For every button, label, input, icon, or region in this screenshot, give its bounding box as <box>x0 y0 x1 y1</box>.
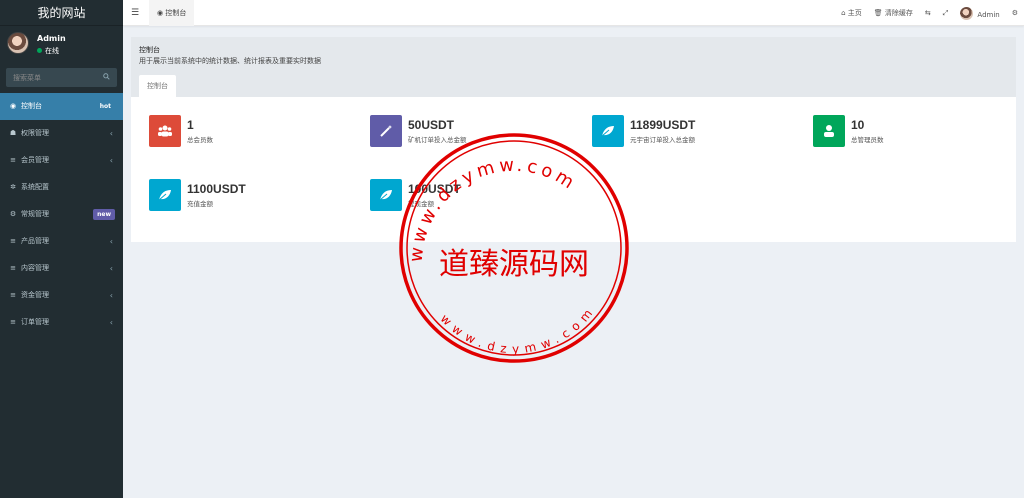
sidebar-item-label: 系统配置 <box>21 183 49 191</box>
chevron-left-icon: ‹ <box>109 237 113 246</box>
stamp-ring-bottom: www.dzymw.com <box>438 302 599 356</box>
content-header: 控制台 用于展示当前系统中的统计数据、统计报表及重要实时数据 控制台 <box>131 37 1016 97</box>
sidebar-item-label: 控制台 <box>21 102 42 110</box>
stat-label: 矿机订单投入总金额 <box>408 136 467 144</box>
stat-card: 100USDT 提现金额 <box>370 179 570 211</box>
search-icon[interactable] <box>103 73 110 80</box>
sidebar-item-general[interactable]: ⚙ 常规管理 new <box>0 201 123 228</box>
stat-value: 10 <box>851 118 865 132</box>
user-status-text: 在线 <box>45 47 59 55</box>
top-navbar: ☰ ◉ 控制台 ⌂ 主页 🗑︎ 清除缓存 ⇆ ⤢ Admin ⚙ <box>123 0 1024 26</box>
users-icon: ☗ <box>9 129 17 137</box>
page-description: 用于展示当前系统中的统计数据、统计报表及重要实时数据 <box>139 57 321 65</box>
home-label: 主页 <box>847 9 862 17</box>
chevron-left-icon: ‹ <box>109 291 113 300</box>
stat-label: 充值金额 <box>187 200 213 208</box>
leaf-icon <box>370 179 402 211</box>
user-menu-label: Admin <box>977 10 1000 19</box>
sidebar-item-label: 权限管理 <box>21 129 49 137</box>
stat-value: 1100USDT <box>187 182 246 196</box>
chevron-left-icon: ‹ <box>109 264 113 273</box>
clear-cache-button[interactable]: 🗑︎ 清除缓存 <box>874 8 913 18</box>
sidebar-item-label: 订单管理 <box>21 318 49 326</box>
stat-value: 1 <box>187 118 194 132</box>
sidebar-item-content[interactable]: ≡ 内容管理 ‹ <box>0 255 123 282</box>
user-status: 在线 <box>37 46 59 56</box>
sidebar-item-dashboard[interactable]: ◉ 控制台 hot <box>0 93 123 120</box>
clear-cache-label: 清除缓存 <box>884 9 913 17</box>
search-input[interactable] <box>6 68 117 87</box>
stat-card: 1100USDT 充值金额 <box>149 179 349 211</box>
stats-panel: 1 总会员数 50USDT 矿机订单投入总金额 11899USDT 元宇宙订单投… <box>131 97 1016 242</box>
magic-wand-icon <box>370 115 402 147</box>
dashboard-icon: ◉ <box>9 102 17 110</box>
chevron-left-icon: ‹ <box>109 318 113 327</box>
sidebar-menu: ◉ 控制台 hot ☗ 权限管理 ‹ ≡ 会员管理 ‹ ✲ 系统配置 ⚙ 常规管理 new… <box>0 93 123 336</box>
cogs-icon: ⚙ <box>9 210 17 218</box>
stat-label: 元宇宙订单投入总金额 <box>630 136 695 144</box>
sidebar-item-label: 常规管理 <box>21 210 49 218</box>
gear-icon: ✲ <box>10 183 16 191</box>
stat-value: 50USDT <box>408 118 455 132</box>
sidebar-item-members[interactable]: ≡ 会员管理 ‹ <box>0 147 123 174</box>
avatar <box>960 6 974 20</box>
trash-icon: 🗑︎ <box>873 9 885 17</box>
user-name: Admin <box>37 34 66 43</box>
user-icon <box>813 115 845 147</box>
leaf-icon <box>592 115 624 147</box>
user-panel: Admin 在线 <box>0 26 123 64</box>
leaf-icon <box>149 179 181 211</box>
sidebar-item-funds[interactable]: ≡ 资金管理 ‹ <box>0 282 123 309</box>
user-menu[interactable]: Admin <box>960 6 1000 20</box>
list-icon: ≡ <box>10 237 16 245</box>
page-title: 控制台 <box>139 46 160 54</box>
stat-value: 100USDT <box>408 182 461 196</box>
site-logo[interactable]: 我的网站 <box>0 0 123 26</box>
stat-card: 1 总会员数 <box>149 115 349 147</box>
translate-icon[interactable]: ⇆ <box>925 9 931 17</box>
stat-label: 总会员数 <box>187 136 213 144</box>
top-actions: ⌂ 主页 🗑︎ 清除缓存 ⇆ ⤢ Admin ⚙ <box>841 0 1018 26</box>
menu-toggle-icon[interactable]: ☰ <box>131 8 139 18</box>
sidebar-item-orders[interactable]: ≡ 订单管理 ‹ <box>0 309 123 336</box>
list-icon: ≡ <box>10 156 16 164</box>
stat-label: 提现金额 <box>408 200 434 208</box>
menu-search <box>6 68 117 87</box>
stat-card: 11899USDT 元宇宙订单投入总金额 <box>592 115 792 147</box>
chevron-left-icon: ‹ <box>109 129 113 138</box>
stat-card: 10 总管理员数 <box>813 115 1013 147</box>
list-icon: ≡ <box>10 318 16 326</box>
sidebar-item-label: 内容管理 <box>21 264 49 272</box>
online-dot-icon <box>37 48 42 53</box>
avatar <box>7 32 29 54</box>
users-icon <box>149 115 181 147</box>
tab-dashboard-panel[interactable]: 控制台 <box>139 75 176 97</box>
hot-badge: hot <box>99 103 111 110</box>
sidebar: 我的网站 Admin 在线 ◉ 控制台 hot ☗ 权限管理 ‹ ≡ 会员管理 ‹ ✲… <box>0 0 123 498</box>
sidebar-item-products[interactable]: ≡ 产品管理 ‹ <box>0 228 123 255</box>
sidebar-item-permissions[interactable]: ☗ 权限管理 ‹ <box>0 120 123 147</box>
sidebar-item-system-config[interactable]: ✲ 系统配置 <box>0 174 123 201</box>
list-icon: ≡ <box>10 264 16 272</box>
sidebar-item-label: 产品管理 <box>21 237 49 245</box>
new-badge: new <box>93 209 115 220</box>
home-link[interactable]: ⌂ 主页 <box>841 8 862 18</box>
settings-icon[interactable]: ⚙ <box>1012 9 1018 17</box>
stat-card: 50USDT 矿机订单投入总金额 <box>370 115 570 147</box>
sidebar-item-label: 资金管理 <box>21 291 49 299</box>
chevron-left-icon: ‹ <box>109 156 113 165</box>
stat-label: 总管理员数 <box>851 136 884 144</box>
tab-label: 控制台 <box>165 9 187 17</box>
home-icon: ⌂ <box>841 9 848 17</box>
sidebar-item-label: 会员管理 <box>21 156 49 164</box>
stamp-center-text: 道臻源码网 <box>439 247 589 282</box>
fullscreen-icon[interactable]: ⤢ <box>943 9 949 18</box>
list-icon: ≡ <box>10 291 16 299</box>
stat-value: 11899USDT <box>630 118 696 132</box>
tab-dashboard[interactable]: ◉ 控制台 <box>149 0 195 26</box>
